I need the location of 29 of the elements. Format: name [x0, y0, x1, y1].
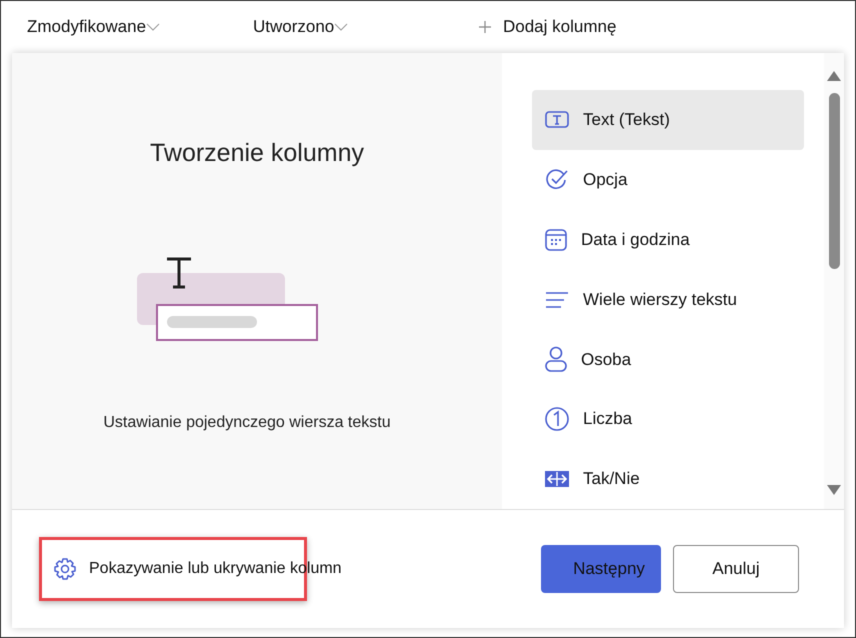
cancel-button[interactable]: Anuluj	[673, 545, 799, 593]
column-header[interactable]: Dodaj kolumnę	[503, 14, 616, 40]
toggle-arrows-icon	[545, 471, 569, 488]
text-box-icon	[545, 110, 569, 129]
scroll-thumb[interactable]	[828, 93, 840, 269]
chevron-down-icon[interactable]	[334, 23, 348, 31]
scroll-down-icon[interactable]	[827, 485, 841, 495]
column-type-option[interactable]: Tak/Nie	[532, 449, 804, 510]
column-header[interactable]: Utworzono	[253, 14, 334, 40]
scroll-up-icon[interactable]	[827, 71, 841, 81]
plus-icon	[479, 21, 491, 33]
next-button[interactable]: Następny	[541, 545, 661, 593]
calendar-icon	[545, 228, 567, 251]
person-icon	[545, 346, 567, 372]
column-type-option[interactable]: Wiele wierszy tekstu	[532, 270, 804, 330]
column-type-option[interactable]: Text (Tekst)	[532, 90, 804, 150]
scrollbar[interactable]	[824, 53, 844, 509]
number-circle-icon	[545, 407, 569, 432]
column-type-option[interactable]: Osoba	[532, 329, 804, 390]
dialog-title: Tworzenie kolumny	[150, 138, 364, 169]
column-type-option[interactable]: Liczba	[532, 389, 804, 450]
column-type-option[interactable]: Opcja	[532, 150, 804, 210]
description-text: Ustawianie pojedynczego wiersza tekstu	[103, 412, 391, 432]
check-circle-icon	[545, 168, 569, 191]
column-header[interactable]: Zmodyfikowane	[27, 14, 146, 40]
chevron-down-icon[interactable]	[146, 23, 160, 31]
lines-icon	[545, 290, 569, 308]
column-type-option[interactable]: Data i godzina	[532, 210, 804, 270]
settings-icon[interactable]	[53, 557, 77, 581]
